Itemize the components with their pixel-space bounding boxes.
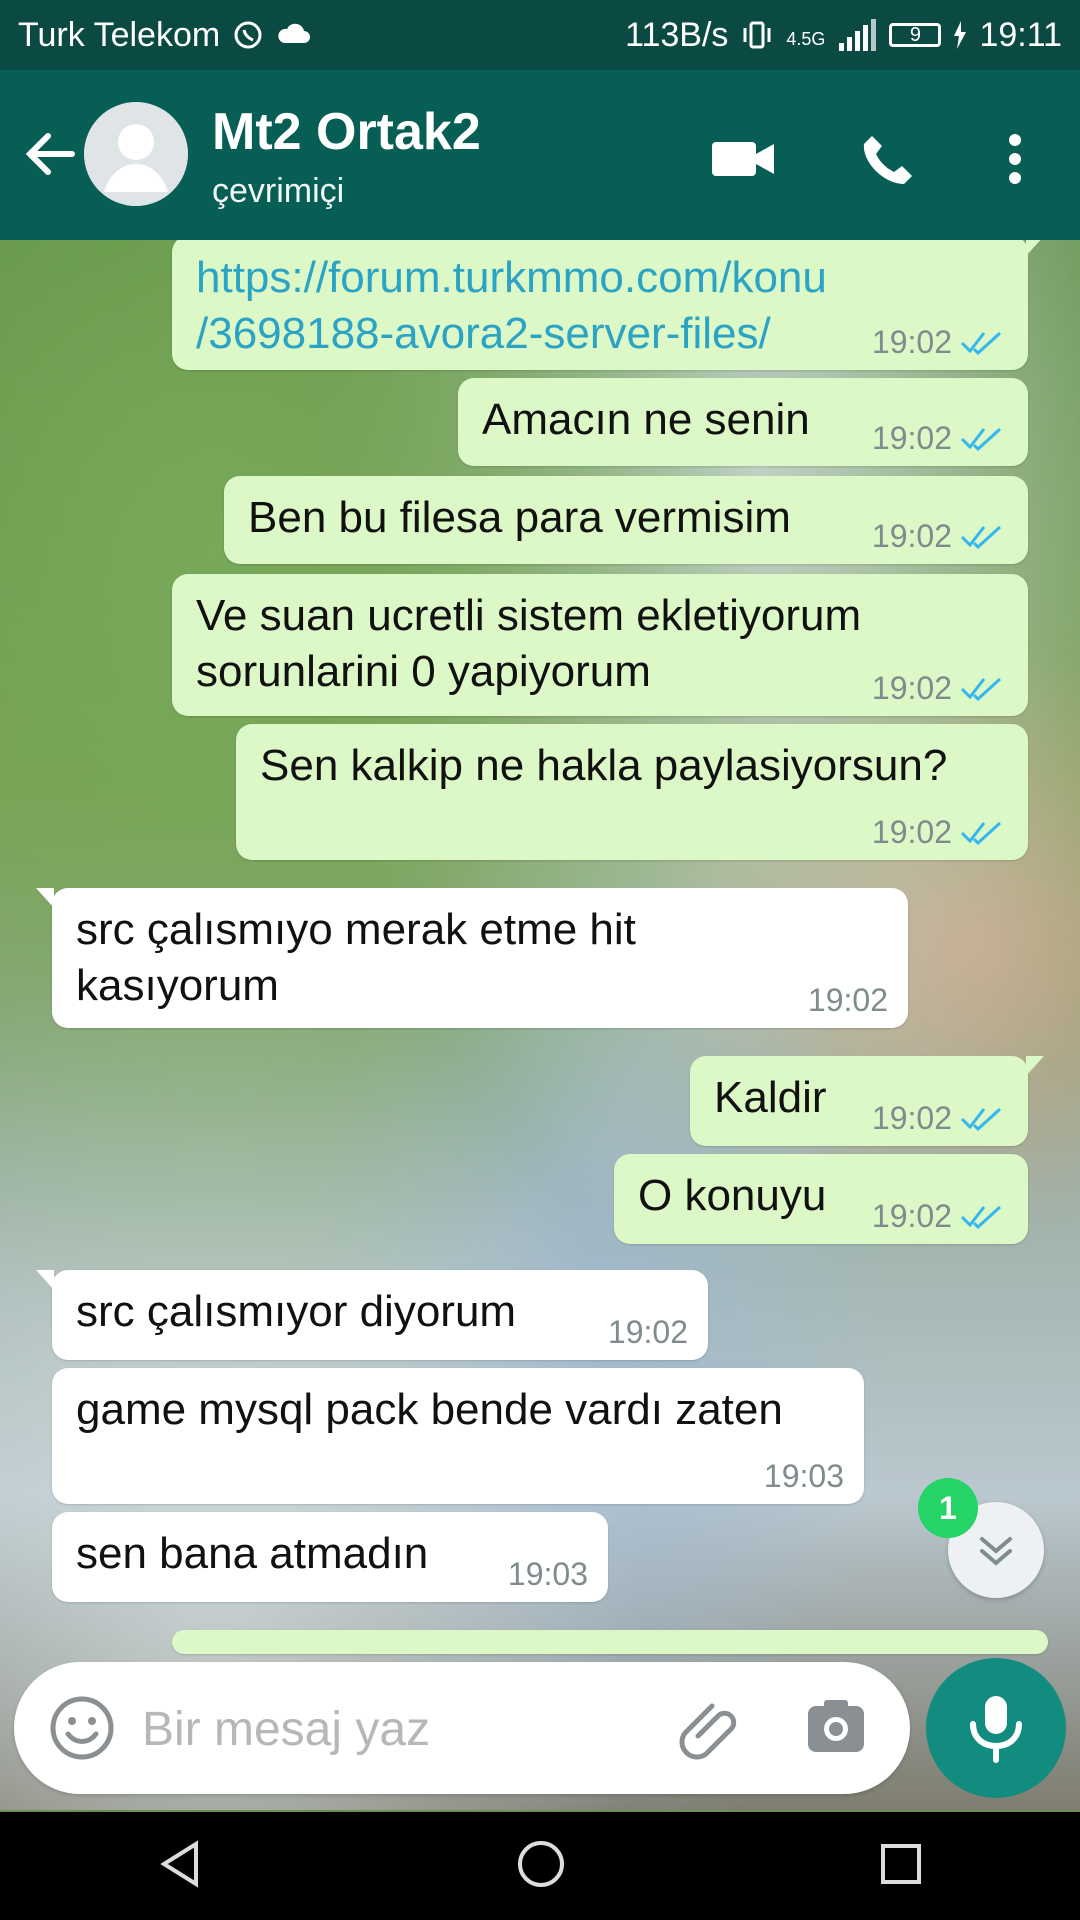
- message-meta: 19:02: [872, 326, 1008, 358]
- message-time: 19:02: [807, 982, 888, 1018]
- bubble-tail: [36, 888, 54, 908]
- signal-icon: [837, 19, 877, 51]
- message-time: 19:02: [871, 1198, 952, 1234]
- message-time: 19:02: [871, 518, 952, 554]
- double-check-icon: [960, 331, 1002, 356]
- carrier-name: Turk Telekom: [18, 15, 221, 54]
- partial-message-bubble[interactable]: [172, 1630, 1048, 1654]
- message-bubble-outgoing[interactable]: https://forum.turkmmo.com/konu /3698188-…: [172, 240, 1044, 370]
- message-bubble-outgoing[interactable]: Kaldir 19:02: [690, 1056, 1044, 1146]
- message-meta: 19:02: [872, 1102, 1008, 1134]
- double-check-icon: [960, 525, 1002, 550]
- message-meta: 19:02: [808, 984, 888, 1016]
- emoji-icon[interactable]: [44, 1690, 120, 1766]
- contact-name[interactable]: Mt2 Ortak2: [212, 102, 481, 162]
- status-left: Turk Telekom: [18, 15, 311, 55]
- back-arrow-icon[interactable]: [22, 126, 78, 182]
- message-time: 19:02: [871, 420, 952, 456]
- message-time: 19:02: [871, 814, 952, 850]
- cloud-icon: [276, 23, 311, 47]
- message-bubble-incoming[interactable]: src çalısmıyor diyorum 19:02: [36, 1270, 708, 1360]
- message-meta: 19:03: [764, 1460, 844, 1492]
- bubble-tail: [1026, 1056, 1044, 1076]
- vibrate-icon: [740, 18, 774, 52]
- message-text: src çalısmıyo merak etme hit kasıyorum: [76, 905, 636, 1010]
- bubble-tail: [36, 1270, 54, 1290]
- mic-button[interactable]: [926, 1658, 1066, 1798]
- message-time: 19:03: [507, 1556, 588, 1592]
- message-bubble-outgoing[interactable]: Ben bu filesa para vermisim 19:02: [224, 476, 1028, 564]
- double-check-icon: [960, 427, 1002, 452]
- message-text: src çalısmıyor diyorum: [76, 1287, 517, 1336]
- message-time: 19:02: [607, 1314, 688, 1350]
- message-time: 19:02: [871, 670, 952, 706]
- chat-header: Mt2 Ortak2 çevrimiçi: [0, 70, 1080, 240]
- double-check-icon: [960, 821, 1002, 846]
- clock: 19:11: [979, 15, 1062, 54]
- message-meta: 19:02: [872, 1200, 1008, 1232]
- status-bar: Turk Telekom 113B/s 4.5G 9 19:11: [0, 0, 1080, 70]
- message-time: 19:02: [871, 324, 952, 360]
- message-bubble-outgoing[interactable]: Amacın ne senin 19:02: [458, 378, 1028, 466]
- message-bubble-outgoing[interactable]: Sen kalkip ne hakla paylasiyorsun? 19:02: [236, 724, 1028, 860]
- double-check-icon: [960, 1205, 1002, 1230]
- message-meta: 19:02: [608, 1316, 688, 1348]
- message-meta: 19:02: [872, 672, 1008, 704]
- message-time: 19:03: [763, 1458, 844, 1494]
- network-speed: 113B/s: [625, 15, 729, 54]
- message-meta: 19:02: [872, 422, 1008, 454]
- message-bubble-outgoing[interactable]: Ve suan ucretli sistem ekletiyorum sorun…: [172, 574, 1028, 716]
- message-meta: 19:02: [872, 816, 1008, 848]
- message-bubble-incoming[interactable]: src çalısmıyo merak etme hit kasıyorum 1…: [36, 888, 908, 1028]
- message-bubble-incoming[interactable]: game mysql pack bende vardı zaten 19:03: [52, 1368, 864, 1504]
- message-text: game mysql pack bende vardı zaten: [76, 1385, 783, 1434]
- whatsapp-icon: [232, 19, 264, 51]
- chat-area[interactable]: https://forum.turkmmo.com/konu /3698188-…: [0, 240, 1080, 1810]
- message-bubble-incoming[interactable]: sen bana atmadın 19:03: [52, 1512, 608, 1602]
- message-composer: [14, 1662, 910, 1794]
- video-call-icon[interactable]: [708, 124, 778, 194]
- message-meta: 19:02: [872, 520, 1008, 552]
- message-meta: 19:03: [508, 1558, 588, 1590]
- phone-icon[interactable]: [852, 124, 922, 194]
- message-input[interactable]: [140, 1696, 664, 1762]
- unread-count-badge: 1: [918, 1478, 978, 1538]
- bubble-tail: [1026, 240, 1044, 256]
- message-bubble-outgoing[interactable]: O konuyu 19:02: [614, 1154, 1028, 1244]
- more-vert-icon[interactable]: [980, 124, 1050, 194]
- charging-icon: [953, 21, 967, 49]
- status-right: 113B/s 4.5G 9 19:11: [625, 16, 1062, 55]
- camera-icon[interactable]: [804, 1696, 868, 1760]
- avatar-icon[interactable]: [84, 102, 188, 206]
- home-circle-icon[interactable]: [516, 1839, 566, 1894]
- network-type: 4.5G: [786, 28, 826, 49]
- contact-status: çevrimiçi: [212, 172, 345, 210]
- back-triangle-icon[interactable]: [156, 1839, 204, 1893]
- message-text: Sen kalkip ne hakla paylasiyorsun?: [260, 741, 948, 790]
- double-check-icon: [960, 1107, 1002, 1132]
- mic-icon: [970, 1696, 1022, 1763]
- paperclip-icon[interactable]: [676, 1694, 748, 1766]
- system-navigation-bar: [0, 1812, 1080, 1920]
- double-check-icon: [960, 677, 1002, 702]
- battery-icon: 9: [889, 23, 942, 47]
- recent-square-icon[interactable]: [878, 1841, 924, 1892]
- message-time: 19:02: [871, 1100, 952, 1136]
- double-chevron-down-icon: [980, 1537, 1012, 1566]
